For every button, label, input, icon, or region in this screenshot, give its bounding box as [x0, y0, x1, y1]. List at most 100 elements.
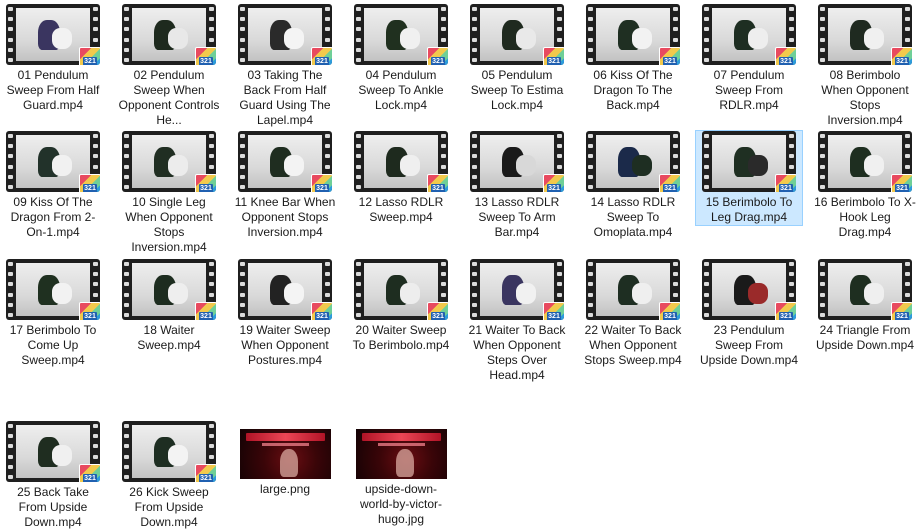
figure-shape	[515, 28, 537, 50]
figure-shape	[863, 28, 885, 50]
film-strip-holes	[6, 421, 15, 482]
video-thumbnail: 321	[586, 259, 680, 320]
video-file-item[interactable]: 321 15 Berimbolo To Leg Drag.mp4	[695, 130, 803, 226]
film-strip-holes	[818, 259, 827, 320]
video-file-item[interactable]: 321 19 Waiter Sweep When Opponent Posture…	[231, 258, 339, 369]
video-thumbnail: 321	[354, 4, 448, 65]
image-thumbnail	[239, 429, 331, 479]
video-thumbnail: 321	[6, 421, 100, 482]
video-file-item[interactable]: 321 12 Lasso RDLR Sweep.mp4	[347, 130, 455, 226]
file-name-label: 21 Waiter To Back When Opponent Steps Ov…	[468, 323, 566, 382]
film-strip-holes	[702, 131, 711, 192]
video-file-item[interactable]: 321 20 Waiter Sweep To Berimbolo.mp4	[347, 258, 455, 354]
video-file-item[interactable]: 321 18 Waiter Sweep.mp4	[115, 258, 223, 354]
film-strip-holes	[470, 259, 479, 320]
image-file-item[interactable]: upside-down-world-by-victor-hugo.jpg	[347, 420, 455, 528]
video-file-item[interactable]: 321 04 Pendulum Sweep To Ankle Lock.mp4	[347, 3, 455, 114]
media-player-icon: 321	[543, 47, 564, 65]
media-player-icon-text: 321	[83, 57, 97, 65]
media-player-icon: 321	[543, 174, 564, 192]
media-player-icon-text: 321	[779, 312, 793, 320]
video-file-item[interactable]: 321 03 Taking The Back From Half Guard Us…	[231, 3, 339, 129]
figure-shape	[515, 155, 537, 177]
video-file-item[interactable]: 321 01 Pendulum Sweep From Half Guard.mp4	[0, 3, 107, 114]
video-file-item[interactable]: 321 06 Kiss Of The Dragon To The Back.mp4	[579, 3, 687, 114]
media-player-icon: 321	[311, 302, 332, 320]
film-strip-holes	[818, 4, 827, 65]
video-thumbnail: 321	[122, 4, 216, 65]
media-player-icon: 321	[195, 47, 216, 65]
media-player-icon-text: 321	[315, 57, 329, 65]
figure-shape	[631, 28, 653, 50]
video-file-item[interactable]: 321 10 Single Leg When Opponent Stops Inv…	[115, 130, 223, 256]
media-player-icon-text: 321	[199, 312, 213, 320]
film-strip-holes	[354, 259, 363, 320]
media-player-icon: 321	[79, 302, 100, 320]
media-player-icon-text: 321	[663, 184, 677, 192]
media-player-icon: 321	[775, 174, 796, 192]
video-thumbnail: 321	[818, 259, 912, 320]
video-file-item[interactable]: 321 05 Pendulum Sweep To Estima Lock.mp4	[463, 3, 571, 114]
media-player-icon: 321	[195, 464, 216, 482]
file-name-label: 19 Waiter Sweep When Opponent Postures.m…	[239, 323, 331, 367]
video-file-item[interactable]: 321 13 Lasso RDLR Sweep To Arm Bar.mp4	[463, 130, 571, 241]
video-file-item[interactable]: 321 26 Kick Sweep From Upside Down.mp4	[115, 420, 223, 531]
figure-shape	[167, 445, 189, 467]
media-player-icon: 321	[79, 47, 100, 65]
film-strip-holes	[818, 131, 827, 192]
video-file-item[interactable]: 321 24 Triangle From Upside Down.mp4	[811, 258, 919, 354]
media-player-icon-text: 321	[547, 184, 561, 192]
file-name-label: 22 Waiter To Back When Opponent Stops Sw…	[584, 323, 682, 367]
figure-shape	[863, 283, 885, 305]
media-player-icon-text: 321	[315, 312, 329, 320]
media-player-icon: 321	[427, 174, 448, 192]
video-file-item[interactable]: 321 07 Pendulum Sweep From RDLR.mp4	[695, 3, 803, 114]
film-strip-holes	[238, 259, 247, 320]
media-player-icon: 321	[659, 47, 680, 65]
video-thumbnail: 321	[6, 131, 100, 192]
media-player-icon-text: 321	[431, 184, 445, 192]
figure-shape	[167, 28, 189, 50]
video-thumbnail: 321	[470, 4, 564, 65]
media-player-icon-text: 321	[895, 184, 909, 192]
video-file-item[interactable]: 321 11 Knee Bar When Opponent Stops Inver…	[231, 130, 339, 241]
media-player-icon: 321	[427, 302, 448, 320]
file-grid: 321 01 Pendulum Sweep From Half Guard.mp4…	[0, 0, 919, 531]
file-name-label: 10 Single Leg When Opponent Stops Invers…	[125, 195, 213, 254]
video-file-item[interactable]: 321 22 Waiter To Back When Opponent Stops…	[579, 258, 687, 369]
figure-shape	[167, 155, 189, 177]
video-file-item[interactable]: 321 25 Back Take From Upside Down.mp4	[0, 420, 107, 531]
film-strip-holes	[586, 131, 595, 192]
poster-fig-shape	[395, 449, 414, 477]
media-player-icon-text: 321	[895, 57, 909, 65]
file-name-label: 05 Pendulum Sweep To Estima Lock.mp4	[470, 68, 564, 112]
film-strip-holes	[586, 259, 595, 320]
poster-fig-shape	[279, 449, 298, 477]
video-file-item[interactable]: 321 09 Kiss Of The Dragon From 2-On-1.mp4	[0, 130, 107, 241]
video-thumbnail: 321	[702, 259, 796, 320]
video-file-item[interactable]: 321 08 Berimbolo When Opponent Stops Inve…	[811, 3, 919, 129]
video-thumbnail: 321	[470, 259, 564, 320]
film-strip-holes	[702, 4, 711, 65]
media-player-icon-text: 321	[547, 57, 561, 65]
video-file-item[interactable]: 321 02 Pendulum Sweep When Opponent Contr…	[115, 3, 223, 129]
media-player-icon-text: 321	[663, 57, 677, 65]
file-name-label: 15 Berimbolo To Leg Drag.mp4	[705, 195, 793, 224]
media-player-icon-text: 321	[315, 184, 329, 192]
video-file-item[interactable]: 321 23 Pendulum Sweep From Upside Down.mp…	[695, 258, 803, 369]
media-player-icon: 321	[891, 302, 912, 320]
file-name-label: 26 Kick Sweep From Upside Down.mp4	[129, 485, 209, 529]
image-file-item[interactable]: large.png	[231, 420, 339, 498]
video-file-item[interactable]: 321 16 Berimbolo To X-Hook Leg Drag.mp4	[811, 130, 919, 241]
media-player-icon: 321	[79, 174, 100, 192]
video-file-item[interactable]: 321 21 Waiter To Back When Opponent Steps…	[463, 258, 571, 384]
media-player-icon-text: 321	[663, 312, 677, 320]
media-player-icon: 321	[775, 47, 796, 65]
figure-shape	[631, 155, 653, 177]
file-name-label: 04 Pendulum Sweep To Ankle Lock.mp4	[358, 68, 444, 112]
video-file-item[interactable]: 321 17 Berimbolo To Come Up Sweep.mp4	[0, 258, 107, 369]
video-file-item[interactable]: 321 14 Lasso RDLR Sweep To Omoplata.mp4	[579, 130, 687, 241]
media-player-icon: 321	[543, 302, 564, 320]
media-player-icon-text: 321	[431, 57, 445, 65]
figure-shape	[747, 28, 769, 50]
